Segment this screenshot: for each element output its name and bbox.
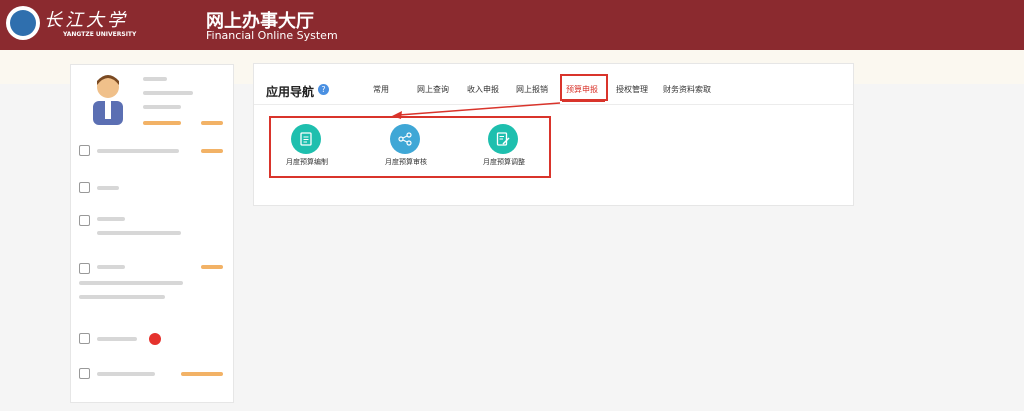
app-monthly-budget-review[interactable]: 月度预算审核 [376,124,436,172]
app-label: 月度预算审核 [385,158,427,166]
document-icon [291,124,321,154]
message-icon [79,333,90,344]
app-monthly-budget-adjust[interactable]: 月度预算调整 [474,124,534,172]
app-label: 月度预算调整 [483,158,525,166]
app-label: 月度预算编制 [286,158,328,166]
university-name-en: YANGTZE UNIVERSITY [63,31,137,38]
user-info-card [70,64,234,403]
user-avatar-icon [93,75,123,125]
app-nav-panel: 应用导航 ? 常用 网上查询 收入申报 网上报销 预算申报 授权管理 财务资料索… [253,63,854,206]
email-icon [79,182,90,193]
university-name-cn: 长江大学 [44,10,128,31]
phone-icon [79,145,90,156]
system-subtitle: Financial Online System [206,29,338,42]
share-icon [390,124,420,154]
edit-document-icon [488,124,518,154]
app-monthly-budget-compile[interactable]: 月度预算编制 [277,124,337,172]
university-logo-icon [6,6,40,40]
id-card-icon [79,215,90,226]
notification-badge [149,333,161,345]
bank-card-icon [79,263,90,274]
top-header: 长江大学 YANGTZE UNIVERSITY 网上办事大厅 Financial… [0,0,1024,50]
settings-icon [79,368,90,379]
